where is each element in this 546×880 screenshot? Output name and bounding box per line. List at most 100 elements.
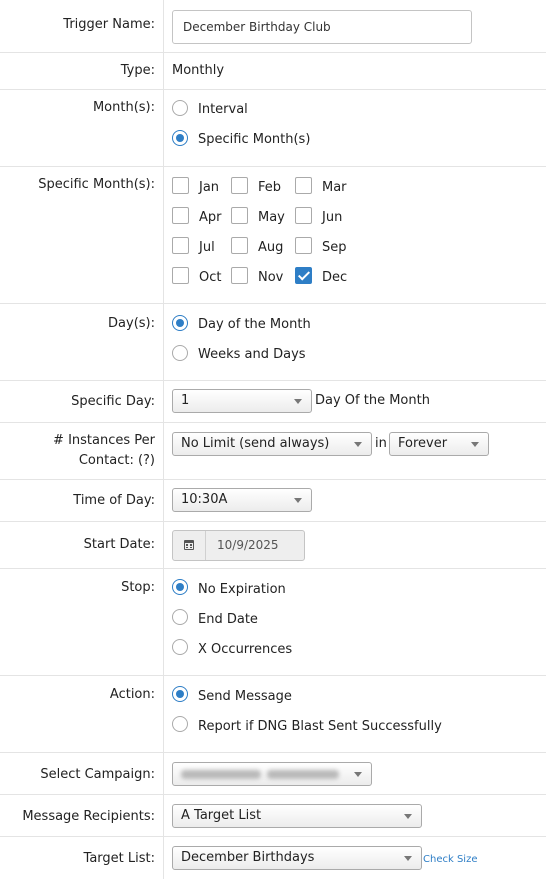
checkbox-feb[interactable] [231,177,248,194]
radio-specific-months[interactable] [172,130,188,146]
specific-day-row: Specific Day: 1 Day Of the Month [0,381,546,423]
chevron-down-icon [471,442,479,447]
radio-end-date-label: End Date [198,612,258,627]
start-date-field[interactable]: 10/9/2025 [172,530,305,561]
radio-x-occurrences-label: X Occurrences [198,642,293,657]
checkbox-jan-label: Jan [199,180,220,195]
type-row: Type: Monthly [0,53,546,90]
start-date-value: 10/9/2025 [217,538,279,552]
message-recipients-row: Message Recipients: A Target List [0,795,546,837]
instances-period-select[interactable]: Forever [389,432,489,456]
checkbox-sep[interactable] [295,237,312,254]
redacted-campaign-name [181,770,261,779]
instances-limit-value: No Limit (send always) [181,436,330,451]
specific-day-suffix: Day Of the Month [315,393,430,408]
checkbox-may-label: May [258,210,285,225]
target-list-label: Target List: [83,851,155,866]
action-label: Action: [109,687,155,702]
message-recipients-select[interactable]: A Target List [172,804,422,828]
radio-day-of-month[interactable] [172,315,188,331]
message-recipients-label: Message Recipients: [22,809,155,824]
specific-day-select-value: 1 [181,393,190,408]
radio-interval-label: Interval [198,102,248,117]
time-of-day-value: 10:30A [181,492,228,507]
chevron-down-icon [404,856,412,861]
trigger-name-input[interactable]: December Birthday Club [172,10,472,44]
start-date-label: Start Date: [83,537,155,552]
radio-interval[interactable] [172,100,188,116]
checkbox-jun[interactable] [295,207,312,224]
radio-end-date[interactable] [172,609,188,625]
checkbox-sep-label: Sep [322,240,347,255]
stop-row: Stop: No Expiration End Date X Occurrenc… [0,569,546,676]
radio-specific-months-label: Specific Month(s) [198,132,311,147]
instances-period-value: Forever [398,436,448,451]
checkbox-mar-label: Mar [322,180,347,195]
days-mode-label: Day(s): [108,316,155,331]
select-campaign-row: Select Campaign: [0,753,546,795]
time-of-day-row: Time of Day: 10:30A [0,480,546,522]
checkbox-jan[interactable] [172,177,189,194]
radio-no-expiration-label: No Expiration [198,582,286,597]
target-list-select[interactable]: December Birthdays [172,846,422,870]
time-of-day-select[interactable]: 10:30A [172,488,312,512]
instances-limit-select[interactable]: No Limit (send always) [172,432,372,456]
instances-label-line2: Contact: (?) [78,453,155,468]
checkbox-apr-label: Apr [199,210,222,225]
checkbox-jun-label: Jun [322,210,343,225]
checkbox-oct[interactable] [172,267,189,284]
specific-months-row: Specific Month(s): Jan Feb Mar Apr May J… [0,167,546,304]
chevron-down-icon [354,772,362,777]
checkbox-nov[interactable] [231,267,248,284]
instances-label-line1: # Instances Per [53,433,155,448]
checkbox-jul[interactable] [172,237,189,254]
instances-in-label: in [375,436,387,451]
check-size-link[interactable]: Check Size [423,851,477,868]
checkbox-oct-label: Oct [199,270,222,285]
target-list-row: Target List: December Birthdays Check Si… [0,837,546,880]
radio-no-expiration[interactable] [172,579,188,595]
radio-weeks-and-days[interactable] [172,345,188,361]
select-campaign-select[interactable] [172,762,372,786]
calendar-icon[interactable] [173,531,206,560]
time-of-day-label: Time of Day: [73,493,155,508]
instances-row: # Instances Per Contact: (?) No Limit (s… [0,423,546,480]
radio-day-of-month-label: Day of the Month [198,317,311,332]
type-label: Type: [120,63,155,78]
specific-day-select[interactable]: 1 [172,389,312,413]
select-campaign-label: Select Campaign: [40,767,155,782]
target-list-value: December Birthdays [181,850,315,865]
specific-months-label: Specific Month(s): [38,177,155,192]
chevron-down-icon [294,399,302,404]
checkbox-dec[interactable] [295,267,312,284]
checkbox-feb-label: Feb [258,180,282,195]
chevron-down-icon [404,814,412,819]
checkbox-mar[interactable] [295,177,312,194]
specific-day-label: Specific Day: [71,394,155,409]
action-row: Action: Send Message Report if DNG Blast… [0,676,546,753]
message-recipients-value: A Target List [181,808,262,823]
stop-label: Stop: [121,580,155,595]
trigger-name-label: Trigger Name: [63,17,155,32]
checkbox-jul-label: Jul [199,240,215,255]
radio-weeks-and-days-label: Weeks and Days [198,347,306,362]
checkbox-aug-label: Aug [258,240,284,255]
checkbox-nov-label: Nov [258,270,284,285]
checkbox-aug[interactable] [231,237,248,254]
radio-report-dng-blast[interactable] [172,716,188,732]
redacted-campaign-name [267,770,339,779]
start-date-row: Start Date: 10/9/2025 [0,522,546,569]
checkbox-may[interactable] [231,207,248,224]
radio-send-message-label: Send Message [198,689,292,704]
months-mode-row: Month(s): Interval Specific Month(s) [0,90,546,167]
radio-x-occurrences[interactable] [172,639,188,655]
type-value: Monthly [172,63,225,78]
checkbox-apr[interactable] [172,207,189,224]
chevron-down-icon [354,442,362,447]
checkbox-dec-label: Dec [322,270,348,285]
chevron-down-icon [294,498,302,503]
days-mode-row: Day(s): Day of the Month Weeks and Days [0,304,546,381]
radio-report-dng-blast-label: Report if DNG Blast Sent Successfully [198,719,442,734]
months-mode-label: Month(s): [92,100,155,115]
radio-send-message[interactable] [172,686,188,702]
